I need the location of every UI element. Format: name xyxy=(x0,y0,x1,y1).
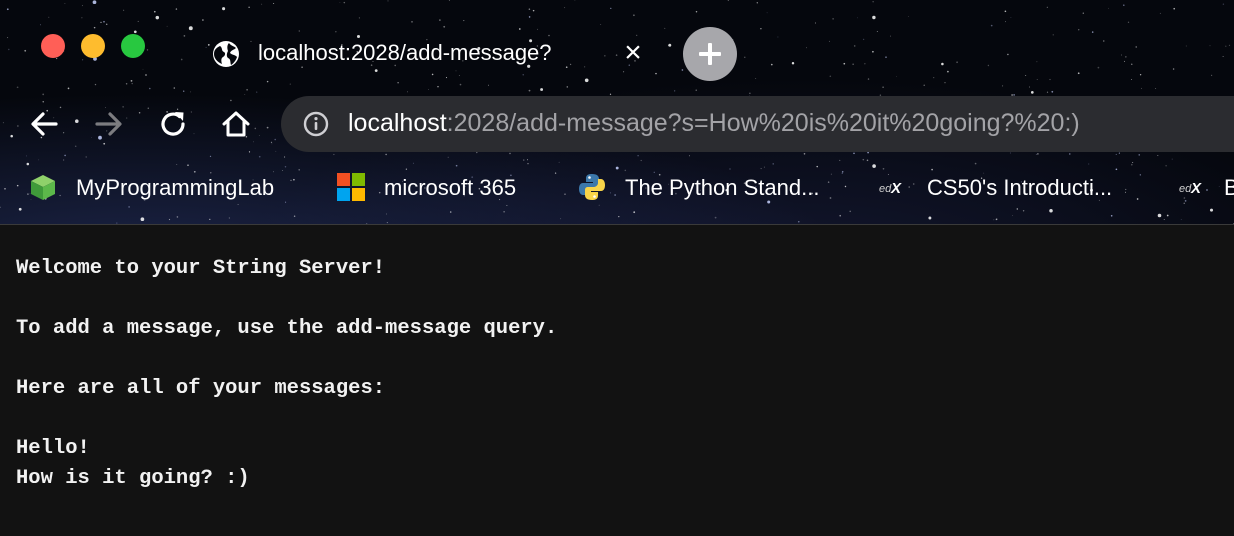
svg-text:X: X xyxy=(890,180,902,197)
window-maximize-button[interactable] xyxy=(121,34,145,58)
bookmark-cs50[interactable]: ed X CS50's Introducti... xyxy=(877,170,1147,206)
address-host: localhost xyxy=(348,109,447,137)
bookmark-label: MyProgrammingLab xyxy=(76,175,275,200)
browser-chrome: localhost:2028/add-message? × localhost:… xyxy=(0,0,1234,225)
globe-icon xyxy=(213,41,239,67)
new-tab-button[interactable] xyxy=(683,27,737,81)
home-icon[interactable] xyxy=(218,106,254,142)
green-cube-icon xyxy=(31,175,55,200)
message-line: How is it going? :) xyxy=(16,467,250,490)
python-logo-icon xyxy=(579,174,605,200)
page-content: Welcome to your String Server! To add a … xyxy=(0,225,1234,536)
address-bar[interactable]: localhost:2028/add-message?s=How%20is%20… xyxy=(281,96,1234,152)
welcome-text: Welcome to your String Server! xyxy=(16,257,386,280)
reload-icon[interactable] xyxy=(155,106,191,142)
microsoft-logo-icon xyxy=(337,173,365,201)
bookmark-microsoft-365[interactable]: microsoft 365 xyxy=(336,170,551,206)
messages-heading: Here are all of your messages: xyxy=(16,377,386,400)
bookmark-label: microsoft 365 xyxy=(384,175,517,200)
bookmark-python-docs[interactable]: The Python Stand... xyxy=(577,170,852,206)
info-icon[interactable] xyxy=(303,111,329,137)
svg-text:X: X xyxy=(1190,180,1202,197)
tab-close-button[interactable]: × xyxy=(622,38,644,68)
plus-icon xyxy=(699,43,721,65)
bookmark-label: CS50's Introducti... xyxy=(927,175,1113,200)
bookmark-label: The Python Stand... xyxy=(625,175,820,200)
tab-active[interactable]: localhost:2028/add-message? × xyxy=(198,28,668,80)
bookmark-myprogramminglab[interactable]: MyProgrammingLab xyxy=(28,170,313,206)
window-close-button[interactable] xyxy=(41,34,65,58)
instructions-text: To add a message, use the add-message qu… xyxy=(16,317,558,340)
bookmark-label: B xyxy=(1224,175,1234,200)
address-path: :2028/add-message?s=How%20is%20it%20goin… xyxy=(446,109,1080,137)
back-arrow-icon[interactable] xyxy=(26,106,62,142)
forward-arrow-icon[interactable] xyxy=(91,106,127,142)
edx-logo-icon: ed X xyxy=(1179,180,1202,197)
tab-title: localhost:2028/add-message? xyxy=(258,40,552,65)
edx-logo-icon: ed X xyxy=(879,180,902,197)
message-line: Hello! xyxy=(16,437,90,460)
address-url[interactable]: localhost:2028/add-message?s=How%20is%20… xyxy=(348,109,1080,138)
bookmark-edx-b[interactable]: ed X B xyxy=(1177,170,1234,206)
window-minimize-button[interactable] xyxy=(81,34,105,58)
